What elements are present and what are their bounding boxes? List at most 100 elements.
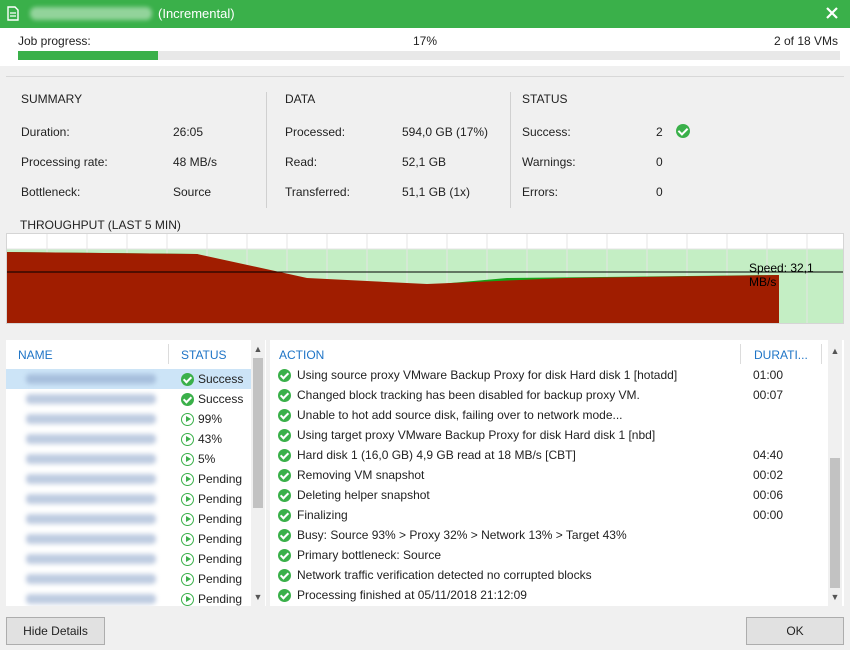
in-progress-play-icon [181, 493, 194, 507]
summary-heading: SUMMARY [21, 92, 83, 106]
vm-list-item[interactable]: Pending [6, 489, 251, 509]
success-check-icon [278, 369, 291, 382]
vm-name-redacted [26, 394, 156, 404]
column-separator [168, 344, 169, 364]
success-check-icon [278, 509, 291, 522]
action-text: Hard disk 1 (16,0 GB) 4,9 GB read at 18 … [297, 448, 576, 462]
duration-column-header[interactable]: DURATI... [754, 348, 808, 362]
vm-list-item[interactable]: 5% [6, 449, 251, 469]
vm-status-text: Pending [198, 472, 243, 486]
divider [6, 76, 844, 77]
action-list-item[interactable]: Changed block tracking has been disabled… [270, 385, 825, 405]
action-duration: 00:00 [753, 508, 784, 522]
job-progress-vm-count: 2 of 18 VMs [773, 34, 838, 48]
vm-status: 43% [181, 432, 223, 447]
throughput-graph [7, 234, 843, 323]
vm-name-redacted [26, 374, 156, 384]
action-column-header[interactable]: ACTION [279, 348, 324, 362]
vm-status-text: 43% [198, 432, 223, 446]
errors-value: 0 [656, 185, 663, 199]
vm-name-redacted [26, 474, 156, 484]
action-log-panel: ACTION DURATI... Using source proxy VMwa… [270, 340, 844, 606]
hide-details-button[interactable]: Hide Details [6, 617, 105, 645]
action-list-item[interactable]: Using target proxy VMware Backup Proxy f… [270, 425, 825, 445]
action-text: Deleting helper snapshot [297, 488, 430, 502]
vm-list-item[interactable]: Pending [6, 589, 251, 606]
success-check-icon [278, 429, 291, 442]
vm-list-item[interactable]: Pending [6, 529, 251, 549]
status-column-header[interactable]: STATUS [181, 348, 227, 362]
warnings-label: Warnings: [522, 155, 576, 169]
action-list-item[interactable]: Processing finished at 05/11/2018 21:12:… [270, 585, 825, 605]
scroll-up-icon[interactable]: ▲ [828, 344, 842, 358]
name-column-header[interactable]: NAME [18, 348, 53, 362]
vm-list-item[interactable]: Pending [6, 549, 251, 569]
vm-status-text: Pending [198, 552, 243, 566]
action-list-item[interactable]: Using source proxy VMware Backup Proxy f… [270, 365, 825, 385]
bottleneck-label: Bottleneck: [21, 185, 81, 199]
vm-status: Pending [181, 472, 243, 487]
action-list-item[interactable]: Unable to hot add source disk, failing o… [270, 405, 825, 425]
action-list-item[interactable]: Finalizing 00:00 [270, 505, 825, 525]
close-icon[interactable] [822, 3, 842, 23]
vm-status-text: Success [198, 392, 244, 406]
scroll-thumb[interactable] [830, 458, 840, 588]
vm-status-text: Pending [198, 592, 243, 606]
action-duration: 00:02 [753, 468, 784, 482]
vm-list-item[interactable]: Success [6, 369, 251, 389]
vm-name-redacted [26, 554, 156, 564]
scroll-down-icon[interactable]: ▼ [251, 590, 265, 604]
success-check-icon [181, 373, 194, 387]
column-separator [821, 344, 822, 364]
vm-status-text: Success [198, 372, 244, 386]
vm-name-redacted [26, 574, 156, 584]
job-progress-label: Job progress: [18, 34, 91, 48]
in-progress-play-icon [181, 533, 194, 547]
success-check-icon [278, 589, 291, 602]
vm-list-item[interactable]: Pending [6, 509, 251, 529]
action-list-item[interactable]: Hard disk 1 (16,0 GB) 4,9 GB read at 18 … [270, 445, 825, 465]
warnings-value: 0 [656, 155, 663, 169]
processed-value: 594,0 GB (17%) [402, 125, 489, 139]
vm-list-scrollbar[interactable]: ▲ ▼ [251, 340, 265, 606]
duration-label: Duration: [21, 125, 70, 139]
vm-status: Success [181, 372, 244, 387]
action-list-scrollbar[interactable]: ▲ ▼ [828, 340, 842, 606]
vm-list-item[interactable]: Pending [6, 569, 251, 589]
ok-button[interactable]: OK [746, 617, 844, 645]
scroll-thumb[interactable] [253, 358, 263, 508]
success-check-icon [278, 489, 291, 502]
action-duration: 04:40 [753, 448, 784, 462]
in-progress-play-icon [181, 453, 194, 467]
vm-list-item[interactable]: Pending [6, 469, 251, 489]
vm-name-redacted [26, 494, 156, 504]
column-divider [510, 92, 511, 208]
action-duration: 01:00 [753, 368, 784, 382]
action-list-item[interactable]: Deleting helper snapshot 00:06 [270, 485, 825, 505]
read-value: 52,1 GB [402, 155, 447, 169]
vm-status: Pending [181, 492, 242, 507]
in-progress-play-icon [181, 593, 194, 606]
action-list-item[interactable]: Primary bottleneck: Source [270, 545, 825, 565]
vm-list-item[interactable]: Success [6, 389, 251, 409]
in-progress-play-icon [181, 413, 194, 427]
action-list-item[interactable]: Busy: Source 93% > Proxy 32% > Network 1… [270, 525, 825, 545]
action-list-item[interactable]: Network traffic verification detected no… [270, 565, 825, 585]
success-check-icon [278, 529, 291, 542]
action-text: Removing VM snapshot [297, 468, 425, 482]
vm-status: Pending [181, 512, 242, 527]
vm-list-item[interactable]: 43% [6, 429, 251, 449]
scroll-down-icon[interactable]: ▼ [828, 590, 842, 604]
success-check-icon [278, 469, 291, 482]
window-title: (Incremental) [158, 6, 235, 21]
action-duration: 00:07 [753, 388, 784, 402]
in-progress-play-icon [181, 573, 194, 587]
throughput-label: THROUGHPUT (LAST 5 MIN) [20, 218, 181, 232]
vm-status-text: Pending [198, 572, 243, 586]
vm-list-item[interactable]: 99% [6, 409, 251, 429]
vm-name-redacted [26, 414, 156, 424]
scroll-up-icon[interactable]: ▲ [251, 342, 265, 356]
processing-rate-value: 48 MB/s [173, 155, 218, 169]
vm-status: Pending [181, 592, 242, 606]
action-list-item[interactable]: Removing VM snapshot 00:02 [270, 465, 825, 485]
